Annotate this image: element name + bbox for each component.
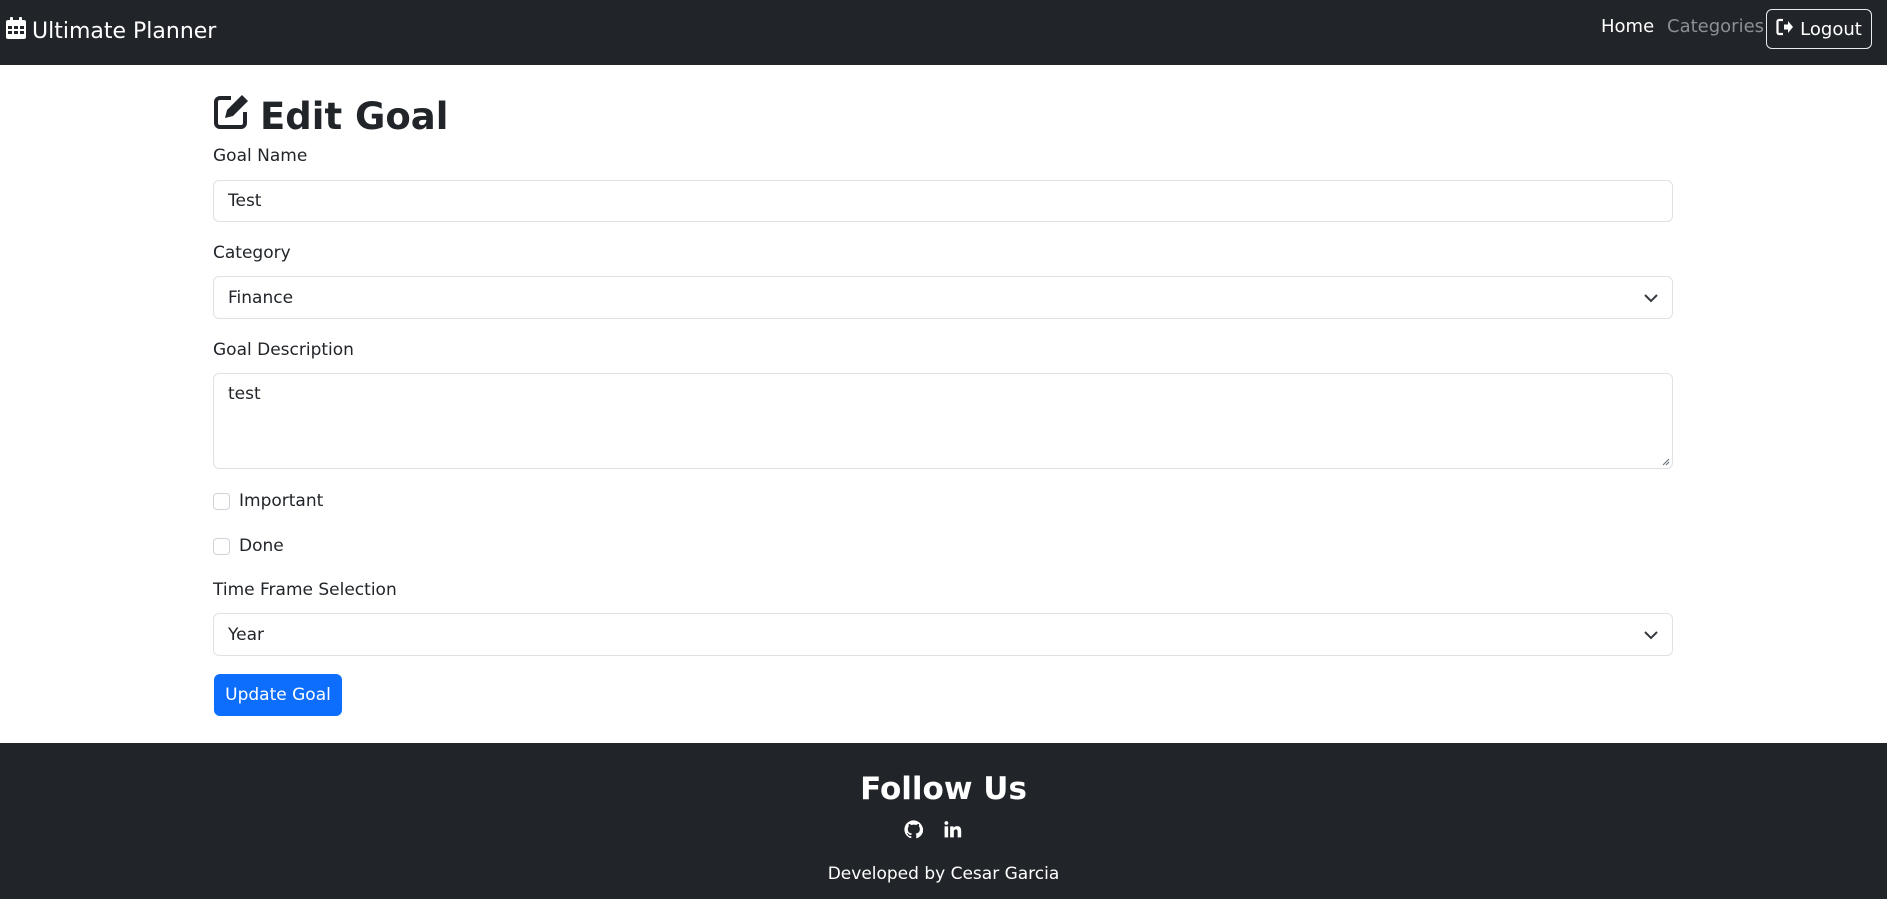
time-frame-select[interactable]: Year [213, 613, 1673, 656]
brand-link[interactable]: Ultimate Planner [6, 16, 216, 46]
important-checkbox-row: Important [213, 490, 323, 512]
developer-credit: Developed by Cesar Garcia [827, 864, 1060, 884]
update-goal-button[interactable]: Update Goal [214, 674, 342, 716]
logout-button[interactable]: Logout [1766, 9, 1872, 49]
goal-name-value: Test [228, 191, 262, 211]
page-title-text: Edit Goal [260, 94, 449, 138]
chevron-down-icon [1644, 293, 1658, 302]
goal-description-value: test [228, 384, 261, 404]
top-navbar: Ultimate Planner Home Categories Logout [0, 0, 1887, 65]
update-goal-label: Update Goal [225, 685, 331, 705]
goal-name-input[interactable]: Test [213, 180, 1673, 222]
nav-categories-link[interactable]: Categories [1667, 16, 1764, 38]
social-links [904, 820, 962, 843]
time-frame-label: Time Frame Selection [213, 580, 397, 600]
goal-description-label: Goal Description [213, 340, 354, 360]
done-checkbox[interactable] [213, 537, 230, 555]
category-select[interactable]: Finance [213, 276, 1673, 319]
calendar-icon [6, 17, 26, 45]
time-frame-selected-value: Year [228, 624, 264, 645]
footer-title: Follow Us [860, 771, 1027, 807]
category-selected-value: Finance [228, 287, 294, 308]
footer: Follow Us Developed by Cesar Garcia [0, 743, 1887, 899]
chevron-down-icon [1644, 630, 1658, 639]
done-label: Done [239, 536, 284, 556]
done-checkbox-row: Done [213, 535, 284, 557]
category-label: Category [213, 243, 291, 263]
goal-name-label: Goal Name [213, 146, 308, 166]
goal-description-textarea[interactable]: test [213, 373, 1673, 469]
brand-label: Ultimate Planner [32, 18, 217, 44]
nav-home-link[interactable]: Home [1601, 16, 1654, 38]
page-title: Edit Goal [213, 94, 448, 138]
edit-icon [213, 93, 250, 139]
important-label: Important [239, 491, 324, 511]
important-checkbox[interactable] [213, 492, 230, 510]
github-icon[interactable] [904, 820, 924, 843]
logout-label: Logout [1800, 18, 1862, 40]
linkedin-icon[interactable] [943, 820, 962, 843]
sign-out-icon [1776, 18, 1794, 41]
resize-handle-icon[interactable] [1660, 456, 1670, 466]
